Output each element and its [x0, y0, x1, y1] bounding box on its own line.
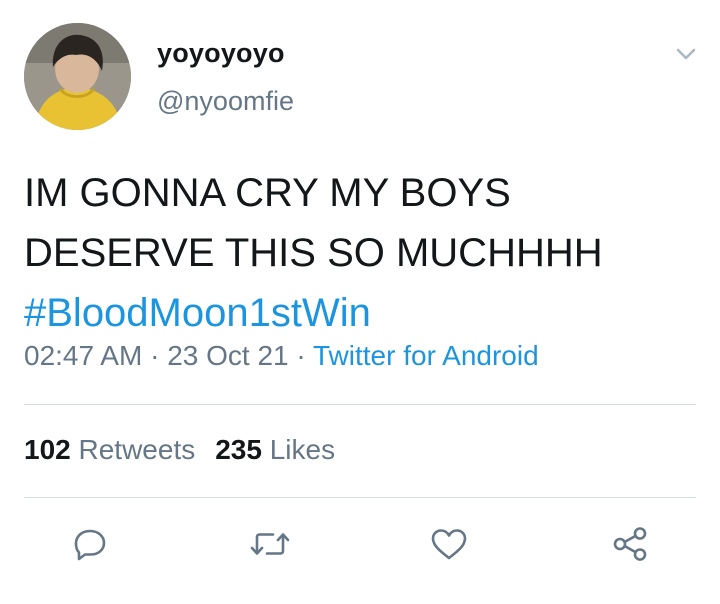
like-button[interactable]: [427, 522, 471, 566]
divider: [24, 497, 696, 498]
retweets-count: 102: [24, 434, 71, 465]
tweet-text: IM GONNA CRY MY BOYS DESERVE THIS SO MUC…: [24, 163, 704, 343]
retweets-stat[interactable]: 102 Retweets: [24, 434, 195, 465]
retweets-label: Retweets: [78, 434, 196, 465]
chevron-down-icon: [676, 48, 696, 60]
tweet-text-line: DESERVE THIS SO MUCHHHH: [24, 231, 603, 275]
share-button[interactable]: [608, 522, 652, 566]
more-options-button[interactable]: [668, 36, 704, 72]
avatar-photo: [24, 23, 131, 130]
avatar[interactable]: [24, 23, 131, 130]
retweet-button[interactable]: [248, 522, 292, 566]
divider: [24, 404, 696, 405]
tweet-meta: 02:47 AM · 23 Oct 21 · Twitter for Andro…: [24, 340, 539, 372]
tweet-time: 02:47 AM: [24, 340, 143, 371]
reply-button[interactable]: [68, 522, 112, 566]
reply-icon: [74, 529, 106, 561]
likes-stat[interactable]: 235 Likes: [215, 434, 335, 465]
tweet-stats: 102 Retweets 235 Likes: [24, 434, 335, 466]
share-icon: [613, 527, 647, 561]
retweet-icon: [250, 533, 290, 555]
hashtag-link[interactable]: #BloodMoon1stWin: [24, 283, 704, 343]
tweet-text-line: IM GONNA CRY MY BOYS: [24, 171, 511, 215]
likes-label: Likes: [269, 434, 336, 465]
likes-count: 235: [215, 434, 262, 465]
tweet-date: 23 Oct 21: [167, 340, 289, 371]
user-handle[interactable]: @nyoomfie: [157, 86, 294, 117]
display-name[interactable]: yoyoyoyo: [157, 38, 285, 69]
meta-separator: ·: [288, 340, 313, 371]
tweet-source-link[interactable]: Twitter for Android: [313, 340, 539, 371]
meta-separator: ·: [142, 340, 168, 371]
heart-icon: [431, 529, 467, 560]
